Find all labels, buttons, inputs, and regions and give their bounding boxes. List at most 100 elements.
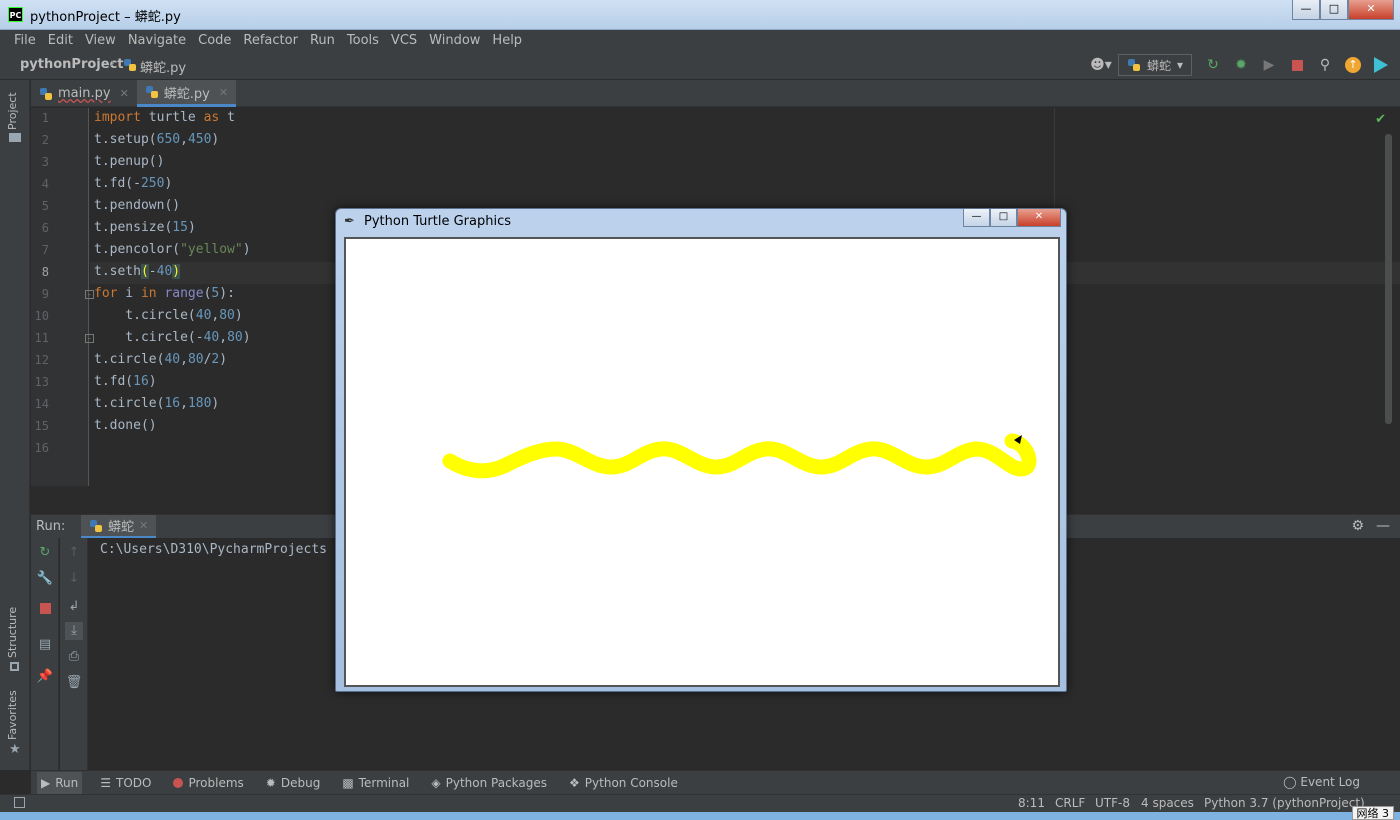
console-icon: ❖	[569, 775, 580, 790]
code-line[interactable]: t.fd(-250)	[94, 174, 172, 196]
project-tool-tab[interactable]: Project	[6, 92, 19, 130]
caret-position[interactable]: 8:11	[1018, 795, 1045, 811]
indent-setting[interactable]: 4 spaces	[1141, 795, 1194, 811]
code-line[interactable]: for i in range(5):	[94, 284, 235, 306]
hide-panel-icon[interactable]: —	[1376, 518, 1390, 534]
print-icon[interactable]: ⎙	[65, 648, 83, 666]
python-file-icon	[123, 58, 137, 72]
fold-marker-icon[interactable]: -	[85, 290, 94, 299]
code-line[interactable]: t.penup()	[94, 152, 164, 174]
menu-window[interactable]: Window	[423, 30, 486, 52]
rerun-icon[interactable]: ↻	[36, 544, 54, 562]
feather-icon: ✒	[344, 214, 355, 229]
turtle-close-button[interactable]: ✕	[1017, 209, 1061, 227]
turtle-drawing	[442, 433, 1037, 479]
pin-icon[interactable]: 📌	[36, 668, 54, 686]
menu-tools[interactable]: Tools	[341, 30, 385, 52]
arrow-down-icon[interactable]: ↓	[65, 570, 83, 588]
code-line[interactable]: t.circle(-40,80)	[94, 328, 250, 350]
run-panel-tools: ⚙ —	[1351, 518, 1390, 534]
run-configuration-label: 蟒蛇	[1146, 58, 1171, 73]
play-icon: ▶	[41, 775, 51, 790]
close-tab-icon[interactable]: ✕	[219, 86, 228, 99]
turtle-maximize-button[interactable]: □	[990, 209, 1017, 227]
tab-main-py[interactable]: main.py ✕	[31, 80, 137, 107]
tab-snake-py[interactable]: 蟒蛇.py ✕	[136, 80, 237, 107]
rerun-icon[interactable]: ↻	[1202, 54, 1224, 76]
terminal-icon: ▩	[342, 775, 354, 790]
wrench-icon[interactable]: 🔧	[36, 570, 54, 588]
code-line[interactable]: t.done()	[94, 416, 157, 438]
breadcrumb-file[interactable]: 蟒蛇.py	[140, 57, 186, 76]
jetbrains-toolbox-icon[interactable]	[1370, 54, 1392, 76]
code-line[interactable]: t.seth(-40)	[94, 262, 181, 284]
turtle-graphics-window[interactable]: ✒ Python Turtle Graphics — □ ✕	[335, 208, 1067, 692]
code-line[interactable]: t.pencolor("yellow")	[94, 240, 251, 262]
structure-tool-tab[interactable]: Structure	[6, 607, 19, 658]
breadcrumb-project[interactable]: pythonProject	[20, 57, 124, 72]
python-interpreter[interactable]: Python 3.7 (pythonProject)	[1204, 795, 1365, 811]
menu-help[interactable]: Help	[486, 30, 528, 52]
gear-icon[interactable]: ⚙	[1351, 518, 1364, 534]
menu-edit[interactable]: Edit	[42, 30, 79, 52]
code-line[interactable]: t.setup(650,450)	[94, 130, 219, 152]
event-log-tab[interactable]: ◯ Event Log	[1283, 775, 1360, 789]
code-line[interactable]: t.circle(40,80/2)	[94, 350, 227, 372]
pycharm-app-icon: PC	[8, 7, 23, 22]
file-encoding[interactable]: UTF-8	[1095, 795, 1130, 811]
code-line[interactable]: t.fd(16)	[94, 372, 157, 394]
user-icon[interactable]: ☻▾	[1090, 54, 1112, 76]
menu-code[interactable]: Code	[192, 30, 237, 52]
menu-run[interactable]: Run	[304, 30, 341, 52]
python-run-icon	[89, 519, 103, 533]
soft-wrap-icon[interactable]: ↲	[65, 598, 83, 616]
tool-tab-label: Debug	[280, 775, 321, 790]
tool-tab-problems[interactable]: Problems	[169, 772, 247, 794]
code-line[interactable]: t.circle(40,80)	[94, 306, 242, 328]
menu-navigate[interactable]: Navigate	[122, 30, 192, 52]
close-tab-icon[interactable]: ✕	[120, 87, 129, 100]
favorites-tool-tab[interactable]: Favorites	[6, 690, 19, 740]
editor-scrollbar[interactable]	[1385, 134, 1392, 424]
turtle-canvas[interactable]	[344, 237, 1060, 687]
menu-file[interactable]: File	[8, 30, 42, 52]
layout-icon[interactable]: ▤	[36, 636, 54, 654]
scroll-to-end-icon[interactable]: ⤓	[65, 622, 83, 640]
toggle-tool-windows-icon[interactable]	[14, 797, 25, 808]
close-tab-icon[interactable]: ✕	[139, 519, 148, 532]
search-icon[interactable]: ⚲	[1314, 54, 1336, 76]
tool-tab-run[interactable]: ▶ Run	[37, 771, 83, 794]
menu-refactor[interactable]: Refactor	[237, 30, 304, 52]
console-output[interactable]: C:\Users\D310\PycharmProjects	[100, 542, 327, 557]
code-line[interactable]: t.pendown()	[94, 196, 180, 218]
stop-icon[interactable]	[1286, 54, 1308, 76]
tool-tab-todo[interactable]: ☰ TODO	[96, 772, 155, 794]
tool-tab-python-console[interactable]: ❖ Python Console	[565, 772, 682, 794]
menu-vcs[interactable]: VCS	[385, 30, 423, 52]
code-line[interactable]: t.circle(16,180)	[94, 394, 219, 416]
tool-tab-debug[interactable]: ✹ Debug	[262, 772, 325, 794]
inspection-ok-icon[interactable]: ✔	[1375, 112, 1386, 127]
code-line[interactable]: import turtle as t	[94, 108, 235, 130]
coverage-icon[interactable]: ▶	[1258, 54, 1280, 76]
run-configuration-select[interactable]: 蟒蛇 ▾	[1117, 54, 1192, 76]
close-button[interactable]: ✕	[1348, 0, 1394, 20]
arrow-up-icon[interactable]: ↑	[65, 544, 83, 562]
tool-tab-python-packages[interactable]: ◈ Python Packages	[427, 772, 551, 794]
run-tab[interactable]: 蟒蛇 ✕	[81, 515, 157, 539]
code-line[interactable]: t.pensize(15)	[94, 218, 196, 240]
minimize-button[interactable]: —	[1292, 0, 1320, 20]
menu-view[interactable]: View	[79, 30, 122, 52]
error-icon	[173, 777, 184, 788]
tool-tab-label: Terminal	[358, 775, 410, 790]
turtle-minimize-button[interactable]: —	[963, 209, 990, 227]
stop-icon[interactable]	[36, 602, 54, 620]
maximize-button[interactable]: □	[1320, 0, 1348, 20]
fold-marker-icon[interactable]: -	[85, 334, 94, 343]
line-number: 3	[41, 155, 49, 169]
debug-icon[interactable]: ✹	[1230, 54, 1252, 76]
tool-tab-terminal[interactable]: ▩ Terminal	[338, 772, 413, 794]
line-separator[interactable]: CRLF	[1055, 795, 1085, 811]
update-icon[interactable]: ↑	[1342, 54, 1364, 76]
trash-icon[interactable]: 🗑	[65, 674, 83, 692]
